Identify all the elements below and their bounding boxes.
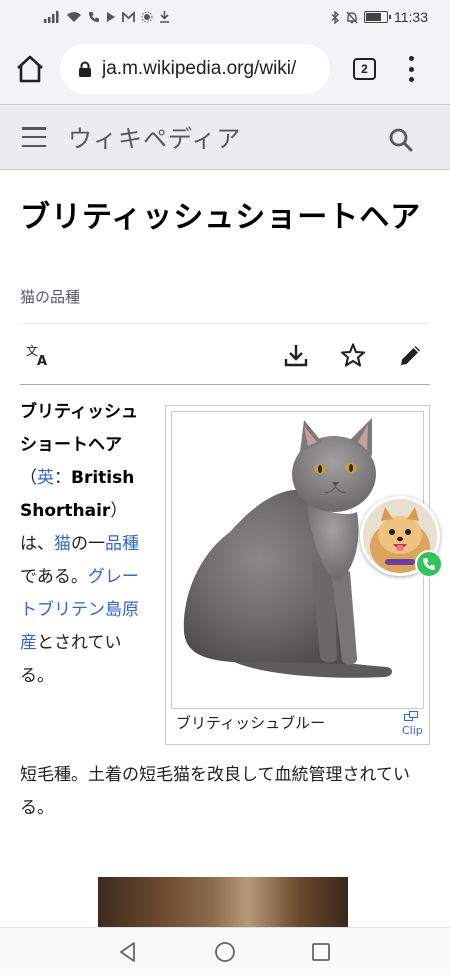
url-text[interactable]: ja.m.wikipedia.org/wiki/ <box>102 58 296 80</box>
lead-paragraph: ブリティッシュショートヘア（英：British Shorthair）は、猫の一品… <box>20 396 150 693</box>
wiki-wordmark[interactable]: ウィキペディア <box>68 119 241 154</box>
lock-icon <box>79 61 91 77</box>
brightness-icon <box>141 11 153 23</box>
pencil-icon[interactable] <box>398 342 424 368</box>
back-icon[interactable] <box>116 940 140 964</box>
svg-text:A: A <box>37 354 47 368</box>
browser-toolbar: ja.m.wikipedia.org/wiki/ 2 <box>0 34 450 104</box>
translate-icon[interactable]: 文 A <box>26 342 52 368</box>
tab-switcher-button[interactable]: 2 <box>353 58 376 80</box>
download-icon[interactable] <box>283 342 309 368</box>
lead-text: ） <box>110 501 128 521</box>
link-cat[interactable]: 猫 <box>54 534 71 554</box>
call-icon <box>89 12 99 22</box>
lead-text: ： <box>54 468 71 488</box>
home-icon[interactable] <box>14 54 46 84</box>
recents-icon[interactable] <box>309 940 333 964</box>
home-nav-icon[interactable] <box>213 940 237 964</box>
wifi-icon <box>67 12 81 22</box>
phone-icon[interactable] <box>415 550 443 578</box>
overflow-menu-icon[interactable] <box>404 56 418 82</box>
status-icons-left <box>44 11 170 23</box>
divider <box>20 384 430 385</box>
bell-muted-icon <box>346 11 358 23</box>
article-image[interactable] <box>98 877 348 927</box>
expand-clip-icon[interactable] <box>404 711 418 721</box>
status-time: 11:33 <box>394 9 428 25</box>
search-icon[interactable] <box>388 127 414 153</box>
infobox-caption: ブリティッシュブルー <box>176 714 326 732</box>
lead-text: の一 <box>71 534 105 554</box>
clip-label[interactable]: Clip <box>402 724 423 737</box>
page-actions: 文 A <box>20 324 430 384</box>
signal-icon <box>44 11 59 23</box>
hamburger-menu-icon[interactable] <box>22 127 46 147</box>
paragraph: 短毛種。土着の短毛猫を改良して血統管理されている。 <box>20 765 410 818</box>
wiki-header: ウィキペディア <box>0 104 450 170</box>
lead-text: （ <box>20 468 37 488</box>
page-subtitle: 猫の品種 <box>20 288 81 306</box>
status-bar: 11:33 <box>0 0 450 34</box>
bluetooth-icon <box>331 10 340 24</box>
lead-text: は、 <box>20 534 54 554</box>
battery-icon <box>364 11 391 23</box>
page-title: ブリティッシュショートヘア <box>20 200 422 235</box>
play-icon <box>107 12 115 22</box>
system-nav-bar <box>0 927 450 975</box>
battery-level <box>366 13 382 21</box>
article-bold-title: ブリティッシュショートヘア <box>20 402 138 455</box>
download-status-icon <box>160 11 169 23</box>
status-icons-right: 11:33 <box>331 9 428 25</box>
lead-text: である。 <box>20 567 88 587</box>
address-bar[interactable]: ja.m.wikipedia.org/wiki/ <box>60 44 330 94</box>
star-icon[interactable] <box>340 342 366 368</box>
link-english[interactable]: 英 <box>37 468 54 488</box>
mail-icon <box>122 11 135 22</box>
link-breed[interactable]: 品種 <box>105 534 139 554</box>
